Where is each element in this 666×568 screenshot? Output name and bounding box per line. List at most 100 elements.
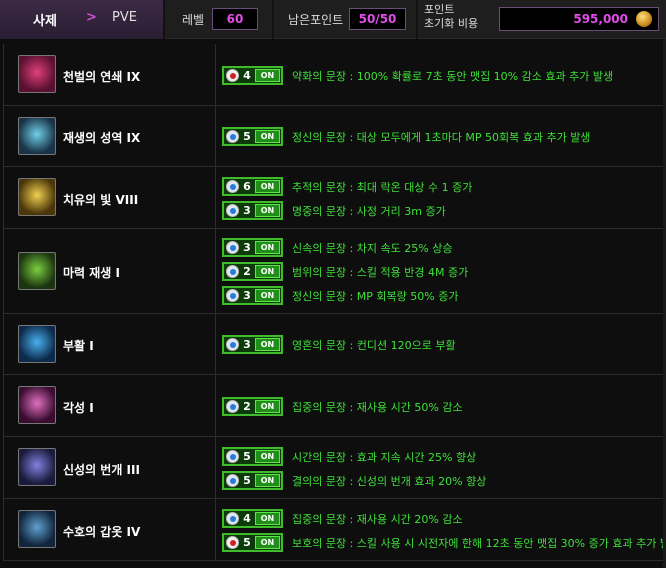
skill-list: 천벌의 연쇄 IX 4 ON 약화의 문장 : 100% 확률로 7초 동안 맷집 1…	[3, 44, 666, 561]
skill-name: 신성의 번개 III	[63, 463, 140, 477]
level-value: 60	[212, 8, 258, 30]
rune-badge[interactable]: 5 ON	[222, 127, 283, 146]
skill-cell[interactable]: 천벌의 연쇄 IX	[4, 44, 216, 105]
blue-rune-icon	[226, 130, 239, 143]
rune-entry: 3 ON 신속의 문장 : 차지 속도 25% 상승	[222, 237, 452, 258]
rune-badge[interactable]: 4 ON	[222, 66, 283, 85]
skill-name: 재생의 성역 IX	[63, 131, 141, 145]
rune-badge[interactable]: 3 ON	[222, 286, 283, 305]
regeneration-sanctuary-icon[interactable]	[18, 117, 56, 155]
rune-on-toggle[interactable]: ON	[255, 450, 280, 463]
chevron-right-icon: >	[86, 10, 97, 25]
rune-badge[interactable]: 5 ON	[222, 471, 283, 490]
rune-entry: 3 ON 정신의 문장 : MP 회복량 50% 증가	[222, 285, 458, 306]
reset-cost-value[interactable]: 595,000	[499, 7, 659, 31]
awakening-icon[interactable]	[18, 386, 56, 424]
skill-row: 수호의 갑옷 IV 4 ON 집중의 문장 : 재사용 시간 20% 감소 5 ON 보호의…	[3, 499, 666, 561]
class-selector[interactable]: 사제 > PVE	[0, 0, 163, 39]
skill-cell[interactable]: 신성의 번개 III	[4, 437, 216, 498]
rune-badge[interactable]: 3 ON	[222, 201, 283, 220]
rune-entry: 3 ON 영혼의 문장 : 컨디션 120으로 부활	[222, 334, 456, 355]
class-name: 사제	[33, 14, 57, 29]
rune-on-toggle[interactable]: ON	[255, 536, 280, 549]
rune-description: 정신의 문장 : 대상 모두에게 1초마다 MP 50회복 효과 추가 발생	[292, 130, 591, 144]
holy-lightning-icon[interactable]	[18, 448, 56, 486]
blue-rune-icon	[226, 265, 239, 278]
skill-name: 각성 I	[63, 401, 94, 415]
blue-rune-icon	[226, 474, 239, 487]
header-bar: 사제 > PVE 레벨 60 남은포인트 50/50 포인트 초기화 비용 59…	[0, 0, 666, 39]
skill-cell[interactable]: 마력 재생 I	[4, 229, 216, 313]
rune-badge[interactable]: 3 ON	[222, 335, 283, 354]
rune-badge[interactable]: 5 ON	[222, 533, 283, 552]
rune-level: 3	[243, 289, 251, 302]
rune-description: 약화의 문장 : 100% 확률로 7초 동안 맷집 10% 감소 효과 추가 …	[292, 69, 614, 83]
skill-cell[interactable]: 재생의 성역 IX	[4, 106, 216, 166]
rune-badge[interactable]: 2 ON	[222, 397, 283, 416]
rune-level: 6	[243, 180, 251, 193]
rune-entry: 4 ON 집중의 문장 : 재사용 시간 20% 감소	[222, 508, 463, 529]
skill-name: 천벌의 연쇄 IX	[63, 70, 141, 84]
rune-on-toggle[interactable]: ON	[255, 512, 280, 525]
rune-on-toggle[interactable]: ON	[255, 289, 280, 302]
rune-description: 추적의 문장 : 최대 락온 대상 수 1 증가	[292, 180, 473, 194]
skill-cell[interactable]: 부활 I	[4, 314, 216, 374]
skill-cell[interactable]: 치유의 빛 VIII	[4, 167, 216, 228]
rune-on-toggle[interactable]: ON	[255, 474, 280, 487]
rune-description: 정신의 문장 : MP 회복량 50% 증가	[292, 289, 459, 303]
mode-label: PVE	[112, 10, 137, 25]
rune-level: 4	[243, 69, 251, 82]
divider	[272, 0, 274, 39]
blue-rune-icon	[226, 180, 239, 193]
blue-rune-icon	[226, 400, 239, 413]
remaining-points-value: 50/50	[349, 8, 406, 30]
rune-level: 5	[243, 450, 251, 463]
rune-badge[interactable]: 2 ON	[222, 262, 283, 281]
mana-regen-icon[interactable]	[18, 252, 56, 290]
rune-level: 2	[243, 265, 251, 278]
healing-light-icon[interactable]	[18, 178, 56, 216]
red-rune-icon	[226, 536, 239, 549]
rune-on-toggle[interactable]: ON	[255, 130, 280, 143]
guardian-armor-icon[interactable]	[18, 510, 56, 548]
rune-description: 결의의 문장 : 신성의 번개 효과 20% 향상	[292, 474, 487, 488]
rune-on-toggle[interactable]: ON	[255, 400, 280, 413]
rune-entry: 5 ON 결의의 문장 : 신성의 번개 효과 20% 향상	[222, 470, 486, 491]
rune-on-toggle[interactable]: ON	[255, 204, 280, 217]
rune-level: 4	[243, 512, 251, 525]
rune-on-toggle[interactable]: ON	[255, 338, 280, 351]
rune-on-toggle[interactable]: ON	[255, 265, 280, 278]
rune-entry: 3 ON 명중의 문장 : 사정 거리 3m 증가	[222, 200, 446, 221]
rune-entry: 6 ON 추적의 문장 : 최대 락온 대상 수 1 증가	[222, 176, 472, 197]
rune-entry: 5 ON 정신의 문장 : 대상 모두에게 1초마다 MP 50회복 효과 추가 발…	[222, 126, 590, 147]
skill-cell[interactable]: 수호의 갑옷 IV	[4, 499, 216, 560]
rune-entry: 4 ON 약화의 문장 : 100% 확률로 7초 동안 맷집 10% 감소 효과 …	[222, 65, 613, 86]
blue-rune-icon	[226, 241, 239, 254]
rune-level: 5	[243, 474, 251, 487]
skill-row: 각성 I 2 ON 집중의 문장 : 재사용 시간 50% 감소	[3, 375, 666, 437]
skill-name: 치유의 빛 VIII	[63, 193, 139, 207]
rune-level: 3	[243, 338, 251, 351]
rune-on-toggle[interactable]: ON	[255, 69, 280, 82]
rune-on-toggle[interactable]: ON	[255, 241, 280, 254]
rune-entry: 2 ON 범위의 문장 : 스킬 적용 반경 4M 증가	[222, 261, 468, 282]
rune-badge[interactable]: 4 ON	[222, 509, 283, 528]
rune-level: 2	[243, 400, 251, 413]
skill-row: 천벌의 연쇄 IX 4 ON 약화의 문장 : 100% 확률로 7초 동안 맷집 1…	[3, 44, 666, 106]
rune-level: 3	[243, 204, 251, 217]
punishment-chain-icon[interactable]	[18, 55, 56, 93]
rune-description: 영혼의 문장 : 컨디션 120으로 부활	[292, 338, 456, 352]
skill-name: 수호의 갑옷 IV	[63, 525, 141, 539]
rune-on-toggle[interactable]: ON	[255, 180, 280, 193]
rune-description: 보호의 문장 : 스킬 사용 시 시전자에 한해 12초 동안 맷집 30% 증…	[292, 536, 666, 550]
resurrection-icon[interactable]	[18, 325, 56, 363]
rune-description: 명중의 문장 : 사정 거리 3m 증가	[292, 204, 446, 218]
skill-cell[interactable]: 각성 I	[4, 375, 216, 436]
rune-level: 5	[243, 130, 251, 143]
rune-badge[interactable]: 3 ON	[222, 238, 283, 257]
rune-badge[interactable]: 6 ON	[222, 177, 283, 196]
skill-name: 부활 I	[63, 339, 94, 353]
red-rune-icon	[226, 69, 239, 82]
rune-badge[interactable]: 5 ON	[222, 447, 283, 466]
blue-rune-icon	[226, 512, 239, 525]
